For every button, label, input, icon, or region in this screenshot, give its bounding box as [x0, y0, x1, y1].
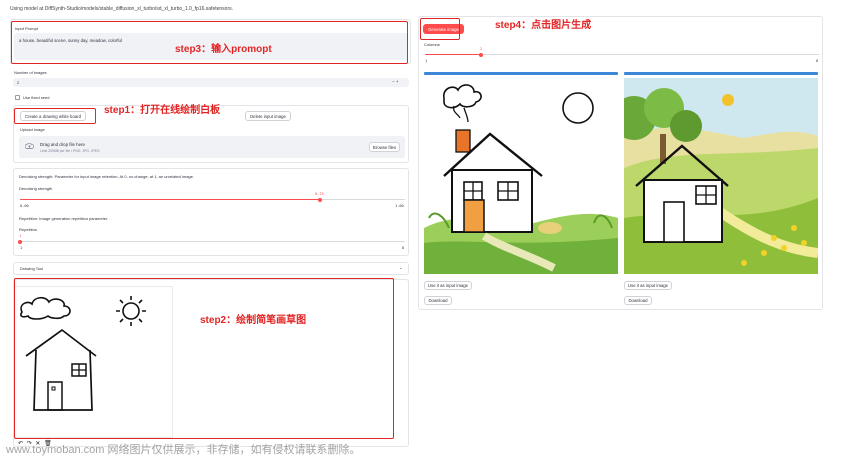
browse-files-button[interactable]: Browse files	[369, 142, 400, 152]
step2-annotation: step2：绘制简笔画草图	[200, 315, 307, 326]
download-button-2[interactable]: Download	[624, 296, 652, 305]
num-images-input[interactable]	[13, 78, 409, 87]
denoising-description: Denoising strength: Parameter for input …	[19, 174, 194, 179]
drawing-tool-expander[interactable]	[13, 262, 409, 275]
result-1-progress	[424, 72, 618, 75]
status-message: Using model at DiffSynth-Studio/models/s…	[10, 6, 234, 12]
step4-highlight	[420, 18, 460, 40]
dropzone-subtitle: Limit 200MB per file • PNG, JPG, JPEG	[40, 149, 100, 153]
download-button-1[interactable]: Download	[424, 296, 452, 305]
cloud-upload-icon	[25, 143, 34, 149]
denoising-max: 1.00	[395, 204, 404, 208]
columns-thumb[interactable]	[479, 52, 483, 57]
result-2-progress	[624, 72, 818, 75]
chevron-down-icon[interactable]: ⌄	[399, 265, 402, 270]
generated-image-2	[624, 78, 818, 274]
fixed-seed-checkbox[interactable]	[15, 95, 20, 100]
denoising-min: 0.00	[20, 204, 29, 208]
use-as-input-button-1[interactable]: Use it as input image	[424, 281, 472, 290]
columns-max: 8	[816, 59, 819, 63]
use-as-input-button-2[interactable]: Use it as input image	[624, 281, 672, 290]
step3-annotation: step3：输入promopt	[175, 44, 272, 55]
denoising-label: Denoising strength	[19, 186, 53, 191]
repetition-label: Repetition	[19, 227, 38, 232]
columns-min: 1	[425, 59, 428, 63]
num-images-stepper[interactable]: − +	[392, 79, 399, 84]
denoising-thumb[interactable]	[318, 197, 322, 202]
repetition-value: 1	[19, 234, 22, 238]
fixed-seed-label: Use fixed seed	[23, 95, 50, 100]
repetition-max: 8	[402, 246, 405, 250]
denoising-value: 0.75	[315, 192, 324, 196]
columns-value: 2	[480, 47, 483, 51]
watermark: www.toymoban.com 网络图片仅供展示，非存储，如有侵权请联系删除。	[6, 444, 361, 456]
delete-input-image-button[interactable]: Delete input image	[245, 111, 291, 121]
num-images-value: 2	[17, 80, 20, 85]
generated-image-1	[424, 78, 618, 274]
repetition-thumb[interactable]	[18, 239, 22, 244]
step1-annotation: step1：打开在线绘制白板	[104, 105, 221, 116]
drawing-tool-label: Drawing Tool	[20, 266, 44, 271]
num-images-label: Number of images	[14, 70, 47, 75]
step1-highlight	[14, 108, 96, 124]
columns-label: Columns	[424, 42, 440, 47]
upload-label: Upload image	[20, 127, 45, 132]
step4-annotation: step4：点击图片生成	[495, 20, 592, 31]
step2-highlight	[14, 278, 394, 439]
upload-dropzone[interactable]	[19, 136, 405, 158]
dropzone-title: Drag and drop file here	[40, 142, 85, 147]
repetition-description: Repetition: Image generation repetition …	[19, 216, 109, 221]
params-container	[13, 168, 409, 256]
repetition-min: 1	[20, 246, 23, 250]
